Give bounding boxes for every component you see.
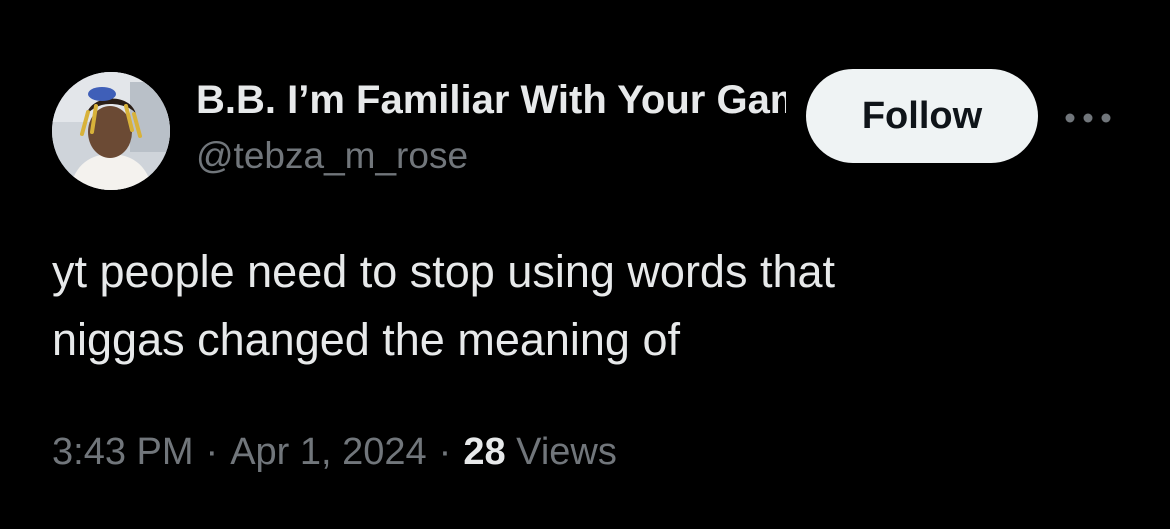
follow-button[interactable]: Follow bbox=[806, 69, 1038, 163]
views-count[interactable]: 28 bbox=[463, 431, 505, 473]
tweet-date[interactable]: Apr 1, 2024 bbox=[230, 431, 426, 473]
avatar-image bbox=[52, 72, 170, 190]
avatar[interactable] bbox=[52, 72, 170, 190]
tweet-header: B.B. I’m Familiar With Your Game @tebza_… bbox=[0, 0, 1170, 200]
more-horizontal-icon bbox=[1065, 113, 1111, 123]
tweet-text: yt people need to stop using words that … bbox=[52, 238, 1112, 374]
display-name[interactable]: B.B. I’m Familiar With Your Game bbox=[196, 76, 786, 124]
tweet-text-line: yt people need to stop using words that bbox=[52, 246, 836, 297]
meta-separator: · bbox=[205, 431, 219, 473]
tweet-meta: 3:43 PM · Apr 1, 2024 · 28 Views bbox=[52, 426, 617, 478]
meta-separator: · bbox=[438, 431, 452, 473]
tweet-text-line: niggas changed the meaning of bbox=[52, 314, 680, 365]
views-label[interactable]: Views bbox=[516, 431, 617, 473]
user-handle[interactable]: @tebza_m_rose bbox=[196, 134, 468, 178]
tweet-time[interactable]: 3:43 PM bbox=[52, 431, 194, 473]
more-options-button[interactable] bbox=[1064, 100, 1112, 136]
